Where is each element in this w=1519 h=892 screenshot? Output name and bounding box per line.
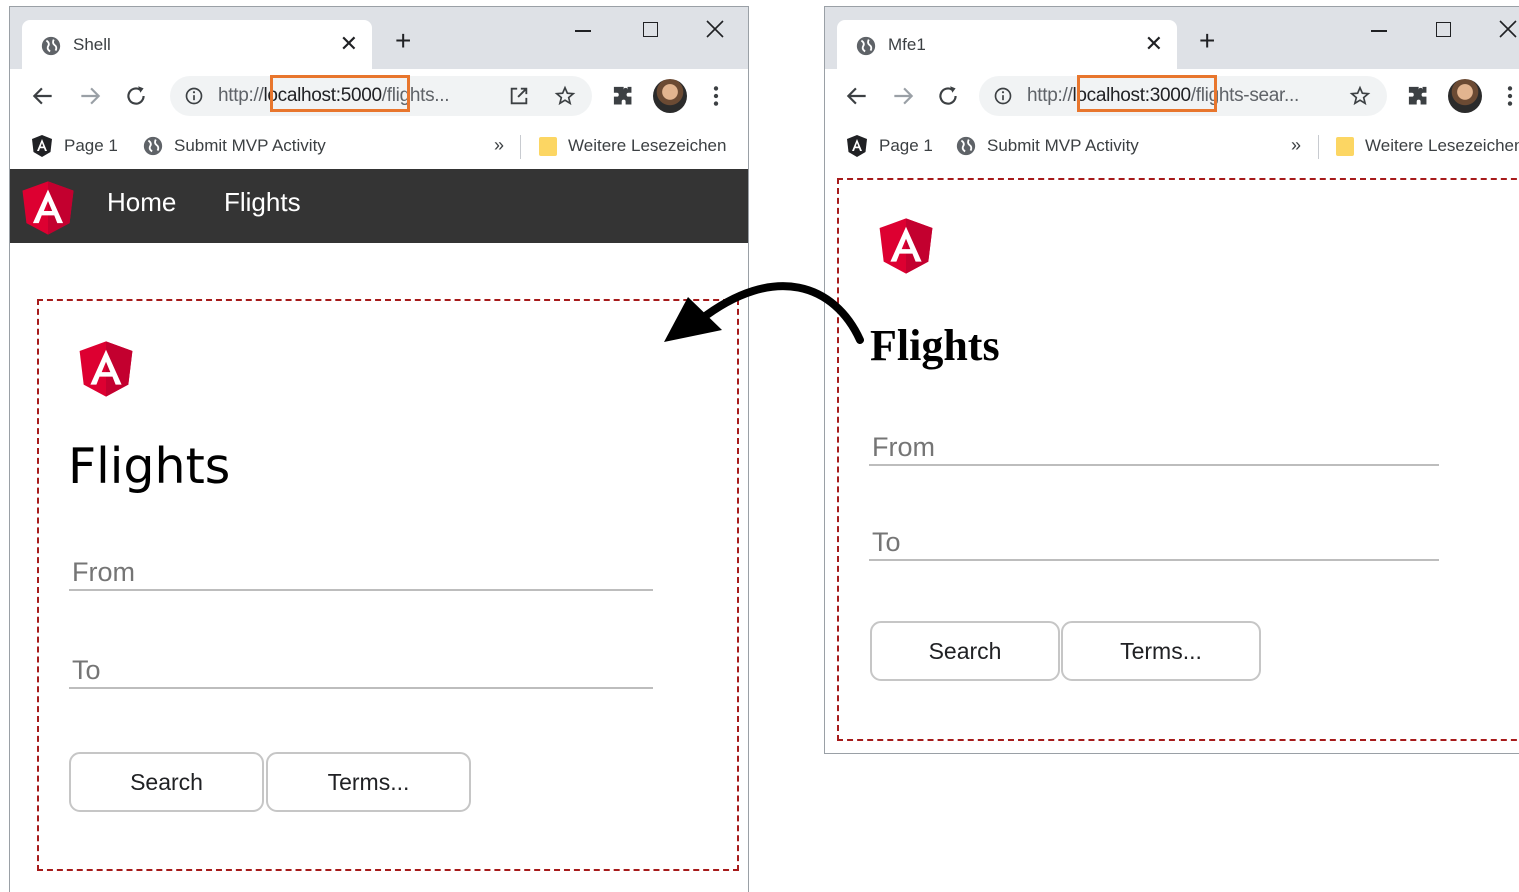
bookmarks-bar: Page 1 Submit MVP Activity » Weitere Les… xyxy=(10,123,748,169)
forward-icon[interactable] xyxy=(77,83,103,109)
globe-icon xyxy=(41,36,61,56)
info-icon[interactable] xyxy=(184,86,204,106)
star-icon[interactable] xyxy=(1349,85,1371,107)
bookmarks-overflow-button[interactable]: » xyxy=(1291,135,1301,156)
angular-icon xyxy=(79,341,133,397)
terms-button[interactable]: Terms... xyxy=(266,752,471,812)
angular-icon xyxy=(32,135,52,157)
globe-icon xyxy=(856,36,876,56)
bookmark-separator xyxy=(520,135,521,159)
folder-icon xyxy=(539,137,557,156)
angular-icon[interactable] xyxy=(20,179,76,237)
url-host-highlight xyxy=(1077,75,1217,112)
plus-icon[interactable]: + xyxy=(1199,27,1215,55)
tab-strip: Shell ✕ + xyxy=(10,7,748,69)
minimize-button[interactable] xyxy=(563,15,603,45)
angular-icon xyxy=(879,218,933,274)
angular-icon xyxy=(847,135,867,157)
terms-button[interactable]: Terms... xyxy=(1061,621,1261,681)
app-navbar: Home Flights xyxy=(10,169,748,243)
maximize-button[interactable] xyxy=(1423,15,1463,45)
extensions-icon[interactable] xyxy=(610,83,636,109)
bookmarks-overflow-button[interactable]: » xyxy=(494,135,504,156)
tab-shell[interactable]: Shell ✕ xyxy=(22,20,372,69)
url-host-highlight xyxy=(270,75,410,112)
back-icon[interactable] xyxy=(30,83,56,109)
info-icon[interactable] xyxy=(993,86,1013,106)
forward-icon[interactable] xyxy=(890,83,916,109)
bookmark-label: Submit MVP Activity xyxy=(174,136,326,155)
close-window-button[interactable] xyxy=(695,15,735,45)
address-bar[interactable]: http://localhost:5000/flights... xyxy=(170,75,592,116)
bookmark-label: Page 1 xyxy=(64,136,118,155)
tab-mfe1[interactable]: Mfe1 ✕ xyxy=(837,20,1177,69)
bookmark-submit-mvp[interactable]: Submit MVP Activity xyxy=(142,133,326,159)
url-scheme: http:// xyxy=(218,85,264,106)
nav-home-link[interactable]: Home xyxy=(107,187,176,218)
tab-title: Mfe1 xyxy=(888,35,926,54)
close-icon[interactable]: ✕ xyxy=(340,31,358,57)
bookmark-label: Page 1 xyxy=(879,136,933,155)
from-field xyxy=(869,430,1439,466)
bookmark-label: Submit MVP Activity xyxy=(987,136,1139,155)
reload-icon[interactable] xyxy=(935,83,961,109)
loaded-microfrontend-frame: Flights Search Terms... xyxy=(37,299,739,871)
search-button[interactable]: Search xyxy=(69,752,264,812)
from-field xyxy=(69,555,653,591)
to-input[interactable] xyxy=(869,525,1439,559)
tab-strip: Mfe1 ✕ + xyxy=(825,7,1519,69)
menu-icon[interactable] xyxy=(1497,83,1519,109)
minimize-button[interactable] xyxy=(1359,15,1399,45)
page-title: Flights xyxy=(68,438,231,495)
address-bar[interactable]: http://localhost:3000/flights-sear... xyxy=(979,75,1387,116)
browser-toolbar: http://localhost:5000/flights... xyxy=(10,69,748,123)
shell-page: Home Flights Flights Search Terms... xyxy=(10,169,748,892)
bookmark-submit-mvp[interactable]: Submit MVP Activity xyxy=(955,133,1139,159)
bookmark-page-1[interactable]: Page 1 xyxy=(30,133,118,159)
profile-avatar[interactable] xyxy=(653,79,687,113)
mfe1-page: Flights Search Terms... xyxy=(825,169,1519,753)
shell-browser-window: Shell ✕ + http://localhost:5000/flights.… xyxy=(9,6,749,892)
close-icon[interactable]: ✕ xyxy=(1145,31,1163,57)
from-input[interactable] xyxy=(869,430,1439,464)
bookmark-label: Weitere Lesezeichen xyxy=(568,136,727,155)
bookmark-label: Weitere Lesezeichen xyxy=(1365,136,1519,155)
globe-icon xyxy=(956,136,976,156)
extensions-icon[interactable] xyxy=(1405,83,1431,109)
bookmark-folder-weitere[interactable]: Weitere Lesezeichen xyxy=(1335,133,1519,159)
bookmarks-bar: Page 1 Submit MVP Activity » Weitere Les… xyxy=(825,123,1519,169)
browser-toolbar: http://localhost:3000/flights-sear... xyxy=(825,69,1519,123)
nav-flights-link[interactable]: Flights xyxy=(224,187,301,218)
reload-icon[interactable] xyxy=(123,83,149,109)
close-window-button[interactable] xyxy=(1488,15,1519,45)
from-input[interactable] xyxy=(69,555,653,589)
maximize-button[interactable] xyxy=(630,15,670,45)
folder-icon xyxy=(1336,137,1354,156)
url-scheme: http:// xyxy=(1027,85,1073,106)
bookmark-page-1[interactable]: Page 1 xyxy=(845,133,933,159)
back-icon[interactable] xyxy=(844,83,870,109)
plus-icon[interactable]: + xyxy=(395,27,411,55)
page-title: Flights xyxy=(870,321,1000,370)
globe-icon xyxy=(143,136,163,156)
microfrontend-frame: Flights Search Terms... xyxy=(837,178,1519,741)
to-field xyxy=(869,525,1439,561)
profile-avatar[interactable] xyxy=(1448,79,1482,113)
bookmark-separator xyxy=(1318,135,1319,159)
menu-icon[interactable] xyxy=(703,83,729,109)
tab-title: Shell xyxy=(73,35,111,54)
to-field xyxy=(69,653,653,689)
star-icon[interactable] xyxy=(554,85,576,107)
open-in-new-icon[interactable] xyxy=(508,85,530,107)
to-input[interactable] xyxy=(69,653,653,687)
mfe1-browser-window: Mfe1 ✕ + http://localhost:3000/flights-s… xyxy=(824,6,1519,754)
search-button[interactable]: Search xyxy=(870,621,1060,681)
bookmark-folder-weitere[interactable]: Weitere Lesezeichen xyxy=(538,133,726,159)
